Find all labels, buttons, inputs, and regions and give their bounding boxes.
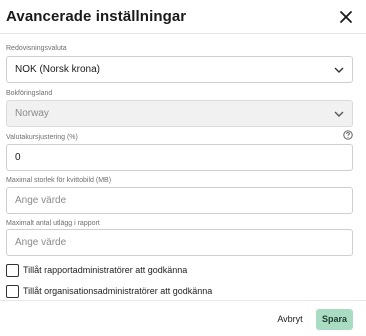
exchange-adjustment-label: Valutakursjustering (%) bbox=[6, 134, 78, 141]
save-button[interactable]: Spara bbox=[316, 309, 353, 330]
currency-select[interactable]: NOK (Norsk krona) bbox=[6, 56, 353, 83]
max-expenses-label: Maximalt antal utlägg i rapport bbox=[6, 220, 100, 227]
chevron-down-icon bbox=[334, 111, 344, 117]
cancel-button[interactable]: Avbryt bbox=[272, 310, 308, 328]
max-expenses-placeholder: Ange värde bbox=[15, 237, 67, 248]
dialog-title: Avancerade inställningar bbox=[6, 8, 187, 25]
max-expenses-input[interactable]: Ange värde bbox=[6, 229, 353, 256]
currency-label: Redovisningsvaluta bbox=[6, 45, 67, 52]
advanced-settings-dialog: Avancerade inställningar Redovisningsval… bbox=[0, 0, 366, 336]
help-circle-icon[interactable] bbox=[343, 130, 353, 140]
max-receipt-size-input[interactable]: Ange värde bbox=[6, 187, 353, 214]
exchange-adjustment-value: 0 bbox=[15, 152, 21, 163]
country-select: Norway bbox=[6, 100, 353, 127]
chevron-down-icon bbox=[334, 67, 344, 73]
country-value: Norway bbox=[15, 108, 49, 119]
dialog-header: Avancerade inställningar bbox=[0, 0, 366, 34]
currency-value: NOK (Norsk krona) bbox=[15, 64, 101, 75]
allow-org-admins-checkbox[interactable] bbox=[6, 285, 19, 298]
exchange-adjustment-input[interactable]: 0 bbox=[6, 144, 353, 171]
dialog-footer bbox=[0, 300, 366, 336]
close-icon[interactable] bbox=[337, 8, 355, 26]
max-receipt-size-label: Maximal storlek för kvittobild (MB) bbox=[6, 177, 112, 184]
allow-org-admins-label: Tillåt organisationsadministratörer att … bbox=[23, 286, 213, 296]
allow-report-admins-label: Tillåt rapportadministratörer att godkän… bbox=[23, 265, 188, 275]
allow-report-admins-checkbox[interactable] bbox=[6, 264, 19, 277]
country-label: Bokföringsland bbox=[6, 90, 53, 97]
max-receipt-size-placeholder: Ange värde bbox=[15, 195, 67, 206]
